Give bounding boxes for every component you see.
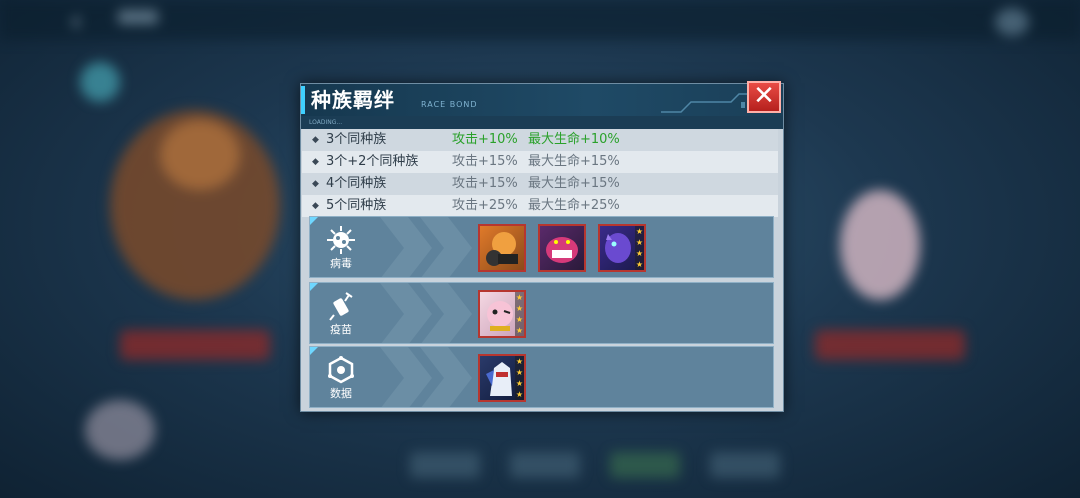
glow-icon: [80, 62, 120, 102]
page-title-blurred: [118, 10, 158, 24]
star-rating: ★ ★ ★ ★: [515, 292, 524, 336]
close-button[interactable]: ✕: [747, 81, 781, 113]
loading-strip: LOADING...: [301, 116, 783, 129]
bonus-attack: 攻击+10%: [452, 132, 518, 147]
pink-creature-figure: [840, 190, 920, 300]
bonus-attack: 攻击+15%: [452, 176, 518, 191]
data-icon: [328, 356, 354, 384]
bonus-row: ◆ 4个同种族 攻击+15% 最大生命+15%: [302, 173, 778, 195]
race-row-vaccine[interactable]: 疫苗 ★ ★ ★ ★: [309, 282, 774, 344]
vaccine-icon: [329, 292, 353, 321]
white-knight-portrait[interactable]: ★ ★ ★ ★: [478, 354, 526, 402]
bonus-condition: 3个同种族: [326, 132, 387, 147]
orange-beast-art-icon: [486, 232, 518, 266]
bonus-table: ◆ 3个同种族 攻击+10% 最大生命+10% ◆ 3个+2个同种族 攻击+15…: [302, 129, 778, 217]
red-platform-right: [815, 330, 965, 360]
bonus-hp: 最大生命+25%: [528, 198, 620, 213]
corner-marker: [310, 347, 318, 355]
corner-marker: [310, 217, 318, 225]
header-accent-bar: [301, 86, 305, 114]
pink-bird-portrait[interactable]: ★ ★ ★ ★: [478, 290, 526, 338]
top-bar: [0, 0, 1080, 40]
red-platform-left: [120, 330, 270, 360]
bottom-button-1[interactable]: [410, 452, 480, 478]
bonus-hp: 最大生命+15%: [528, 176, 620, 191]
bottom-button-2[interactable]: [510, 452, 580, 478]
chevron-decoration-icon: [380, 347, 472, 407]
bonus-condition: 4个同种族: [326, 176, 387, 191]
diamond-bullet-icon: ◆: [312, 135, 319, 145]
diamond-bullet-icon: ◆: [312, 179, 319, 189]
bottom-button-4[interactable]: [710, 452, 780, 478]
virus-icon: [327, 226, 355, 254]
race-label: 数据: [330, 387, 352, 400]
bonus-row: ◆ 3个+2个同种族 攻击+15% 最大生命+15%: [302, 151, 778, 173]
bonus-attack: 攻击+15%: [452, 154, 518, 169]
bonus-attack: 攻击+25%: [452, 198, 518, 213]
bonus-condition: 3个+2个同种族: [326, 154, 419, 169]
pink-dragon-art-icon: [546, 237, 578, 263]
bonus-condition: 5个同种族: [326, 198, 387, 213]
bonus-row: ◆ 3个同种族 攻击+10% 最大生命+10%: [302, 129, 778, 151]
orange-beast-portrait[interactable]: [478, 224, 526, 272]
back-arrow-icon[interactable]: ‹: [70, 4, 110, 39]
diamond-bullet-icon: ◆: [312, 157, 319, 167]
race-label: 疫苗: [330, 323, 352, 336]
bonus-hp: 最大生命+10%: [528, 132, 620, 147]
race-label: 病毒: [330, 257, 352, 270]
bonus-row: ◆ 5个同种族 攻击+25% 最大生命+25%: [302, 195, 778, 217]
dialog-title: 种族羁绊: [311, 88, 395, 112]
purple-beast-portrait[interactable]: ★ ★ ★ ★: [598, 224, 646, 272]
star-rating: ★ ★ ★ ★: [515, 356, 524, 400]
corner-marker: [310, 283, 318, 291]
pink-dragon-portrait[interactable]: [538, 224, 586, 272]
star-rating: ★ ★ ★ ★: [635, 226, 644, 270]
chevron-decoration-icon: [380, 283, 472, 343]
bonus-hp: 最大生命+15%: [528, 154, 620, 169]
chevron-decoration-icon: [380, 217, 472, 277]
settings-icon[interactable]: [995, 8, 1029, 36]
bottom-button-3[interactable]: [610, 452, 680, 478]
race-row-data[interactable]: 数据 ★ ★ ★ ★: [309, 346, 774, 408]
race-row-virus[interactable]: 病毒 ★ ★ ★ ★: [309, 216, 774, 278]
header-deco-text: RACE BOND: [421, 100, 478, 109]
small-creature-figure: [85, 400, 155, 460]
brown-monster-head: [160, 120, 240, 190]
diamond-bullet-icon: ◆: [312, 201, 319, 211]
dialog-header: 种族羁绊 RACE BOND: [301, 84, 783, 116]
